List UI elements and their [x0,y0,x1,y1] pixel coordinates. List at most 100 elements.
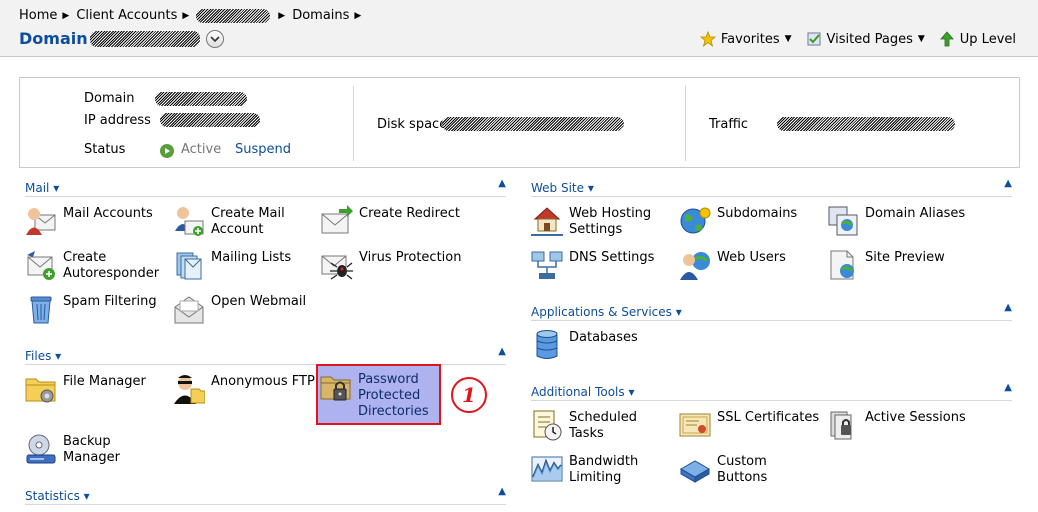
tool-label: File Manager [63,374,146,389]
backup-manager-icon [26,434,56,464]
tool-mailing-lists[interactable]: Mailing Lists [173,249,291,281]
tool-label: Password Protected Directories [358,371,429,420]
section-files: Files ▾ ▲ [25,346,506,365]
collapse-arrow-icon[interactable]: ▲ [498,486,506,497]
breadcrumb-domains[interactable]: Domains [292,8,349,23]
tool-subdomains[interactable]: Subdomains [679,205,797,237]
breadcrumb-separator-icon: ▶ [62,10,70,21]
collapse-arrow-icon[interactable]: ▲ [1004,382,1012,393]
label-line: Autoresponder [63,266,160,281]
section-applications-services: Applications & Services ▾ ▲ [531,302,1012,321]
create-mail-account-icon [175,207,204,236]
tool-custom-buttons[interactable]: Custom Buttons [679,453,767,486]
label-line: Buttons [717,470,768,485]
tool-label: Active Sessions [865,410,966,425]
label-line: Protected [358,388,421,403]
tool-label: SSL Certificates [717,410,820,425]
tool-label: Subdomains [717,206,798,221]
tool-label: Web Hosting Settings [569,205,651,238]
label-line: Create Mail [211,206,285,221]
tool-active-sessions[interactable]: Active Sessions [827,409,966,441]
anonymous-ftp-icon [174,375,205,404]
tool-backup-manager[interactable]: Backup Manager [25,433,120,466]
caret-down-icon: ▼ [784,34,792,44]
collapse-arrow-icon[interactable]: ▲ [1004,302,1012,313]
domain-aliases-icon [828,206,858,236]
tool-ssl-certificates[interactable]: SSL Certificates [679,409,819,441]
label-line: Directories [358,404,429,419]
tool-scheduled-tasks[interactable]: Scheduled Tasks [531,409,637,442]
section-statistics-toggle[interactable]: Statistics ▾ [25,489,90,503]
redacted-traffic-value [777,117,955,131]
web-users-icon [680,252,710,280]
divider [685,86,686,161]
tool-bandwidth-limiting[interactable]: Bandwidth Limiting [531,453,638,486]
tool-spam-filtering[interactable]: Spam Filtering [25,293,157,325]
label-line: Settings [569,222,623,237]
traffic-label: Traffic [709,117,749,132]
section-mail-toggle[interactable]: Mail ▾ [25,181,60,195]
tool-domain-aliases[interactable]: Domain Aliases [827,205,965,237]
collapse-arrow-icon[interactable]: ▲ [1004,178,1012,189]
tool-open-webmail[interactable]: Open Webmail [173,293,306,325]
tool-web-users[interactable]: Web Users [679,249,786,281]
globe-icon [680,207,711,234]
scheduled-tasks-icon [533,410,562,441]
tool-anonymous-ftp[interactable]: Anonymous FTP [173,373,315,405]
section-additional-tools: Additional Tools ▾ ▲ [531,382,1012,401]
tool-label: Domain Aliases [865,206,966,221]
breadcrumb-client-accounts[interactable]: Client Accounts [76,8,177,23]
tool-web-hosting-settings[interactable]: Web Hosting Settings [531,205,651,238]
visited-pages-menu[interactable]: Visited Pages ▼ [806,31,925,47]
collapse-arrow-icon[interactable]: ▲ [498,178,506,189]
chevron-down-icon[interactable] [205,29,224,48]
section-web-site-toggle[interactable]: Web Site ▾ [531,181,594,195]
tool-label: Create Autoresponder [63,249,159,282]
domain-label: Domain [84,91,135,106]
tool-file-manager[interactable]: File Manager [25,373,146,405]
label-line: Create [63,250,107,265]
breadcrumb-separator-icon: ▶ [278,10,286,21]
tool-create-redirect[interactable]: Create Redirect [321,205,460,237]
tool-label: Databases [569,330,638,345]
section-files-toggle[interactable]: Files ▾ [25,349,62,363]
breadcrumb-separator-icon: ▶ [182,10,190,21]
redacted-ip-value [160,113,260,127]
up-level-button[interactable]: Up Level [939,31,1016,47]
domain-info-box: Domain IP address Status Active Suspend … [19,77,1020,168]
tool-dns-settings[interactable]: DNS Settings [531,249,654,281]
suspend-link[interactable]: Suspend [235,142,291,157]
breadcrumb-home[interactable]: Home [19,8,57,23]
tool-password-protected-directories[interactable]: Password Protected Directories [316,364,441,425]
certificate-icon [679,413,711,437]
tool-mail-accounts[interactable]: Mail Accounts [25,205,153,237]
tool-site-preview[interactable]: Site Preview [827,249,945,281]
section-applications-toggle[interactable]: Applications & Services ▾ [531,305,682,319]
tool-label: Open Webmail [211,294,307,309]
section-additional-title: Additional Tools [531,385,625,399]
visited-pages-label: Visited Pages [826,31,913,47]
favorites-menu[interactable]: Favorites ▼ [699,31,792,47]
label-line: Web Hosting [569,206,652,221]
top-actions: Favorites ▼ Visited Pages ▼ Up Level [699,31,1016,47]
create-redirect-icon [321,205,353,234]
up-arrow-icon [939,31,954,47]
star-icon [699,31,716,47]
redacted-disk-value [442,117,624,131]
tool-label: Create Redirect [359,206,460,221]
tool-label: Site Preview [865,250,945,265]
tool-create-mail-account[interactable]: Create Mail Account [173,205,285,238]
section-additional-toggle[interactable]: Additional Tools ▾ [531,385,635,399]
tool-databases[interactable]: Databases [531,329,638,361]
tool-virus-protection[interactable]: Virus Protection [321,249,461,281]
collapse-arrow-icon[interactable]: ▲ [498,346,506,357]
status-label: Status [84,142,126,157]
password-protected-directories-icon [320,376,351,401]
open-webmail-icon [174,296,204,324]
tool-label: Backup Manager [63,433,120,466]
tool-label: Scheduled Tasks [569,409,637,442]
tool-create-autoresponder[interactable]: Create Autoresponder [25,249,159,282]
status-active: Active [160,142,221,158]
database-icon [536,330,558,359]
tool-label: Bandwidth Limiting [569,453,638,486]
